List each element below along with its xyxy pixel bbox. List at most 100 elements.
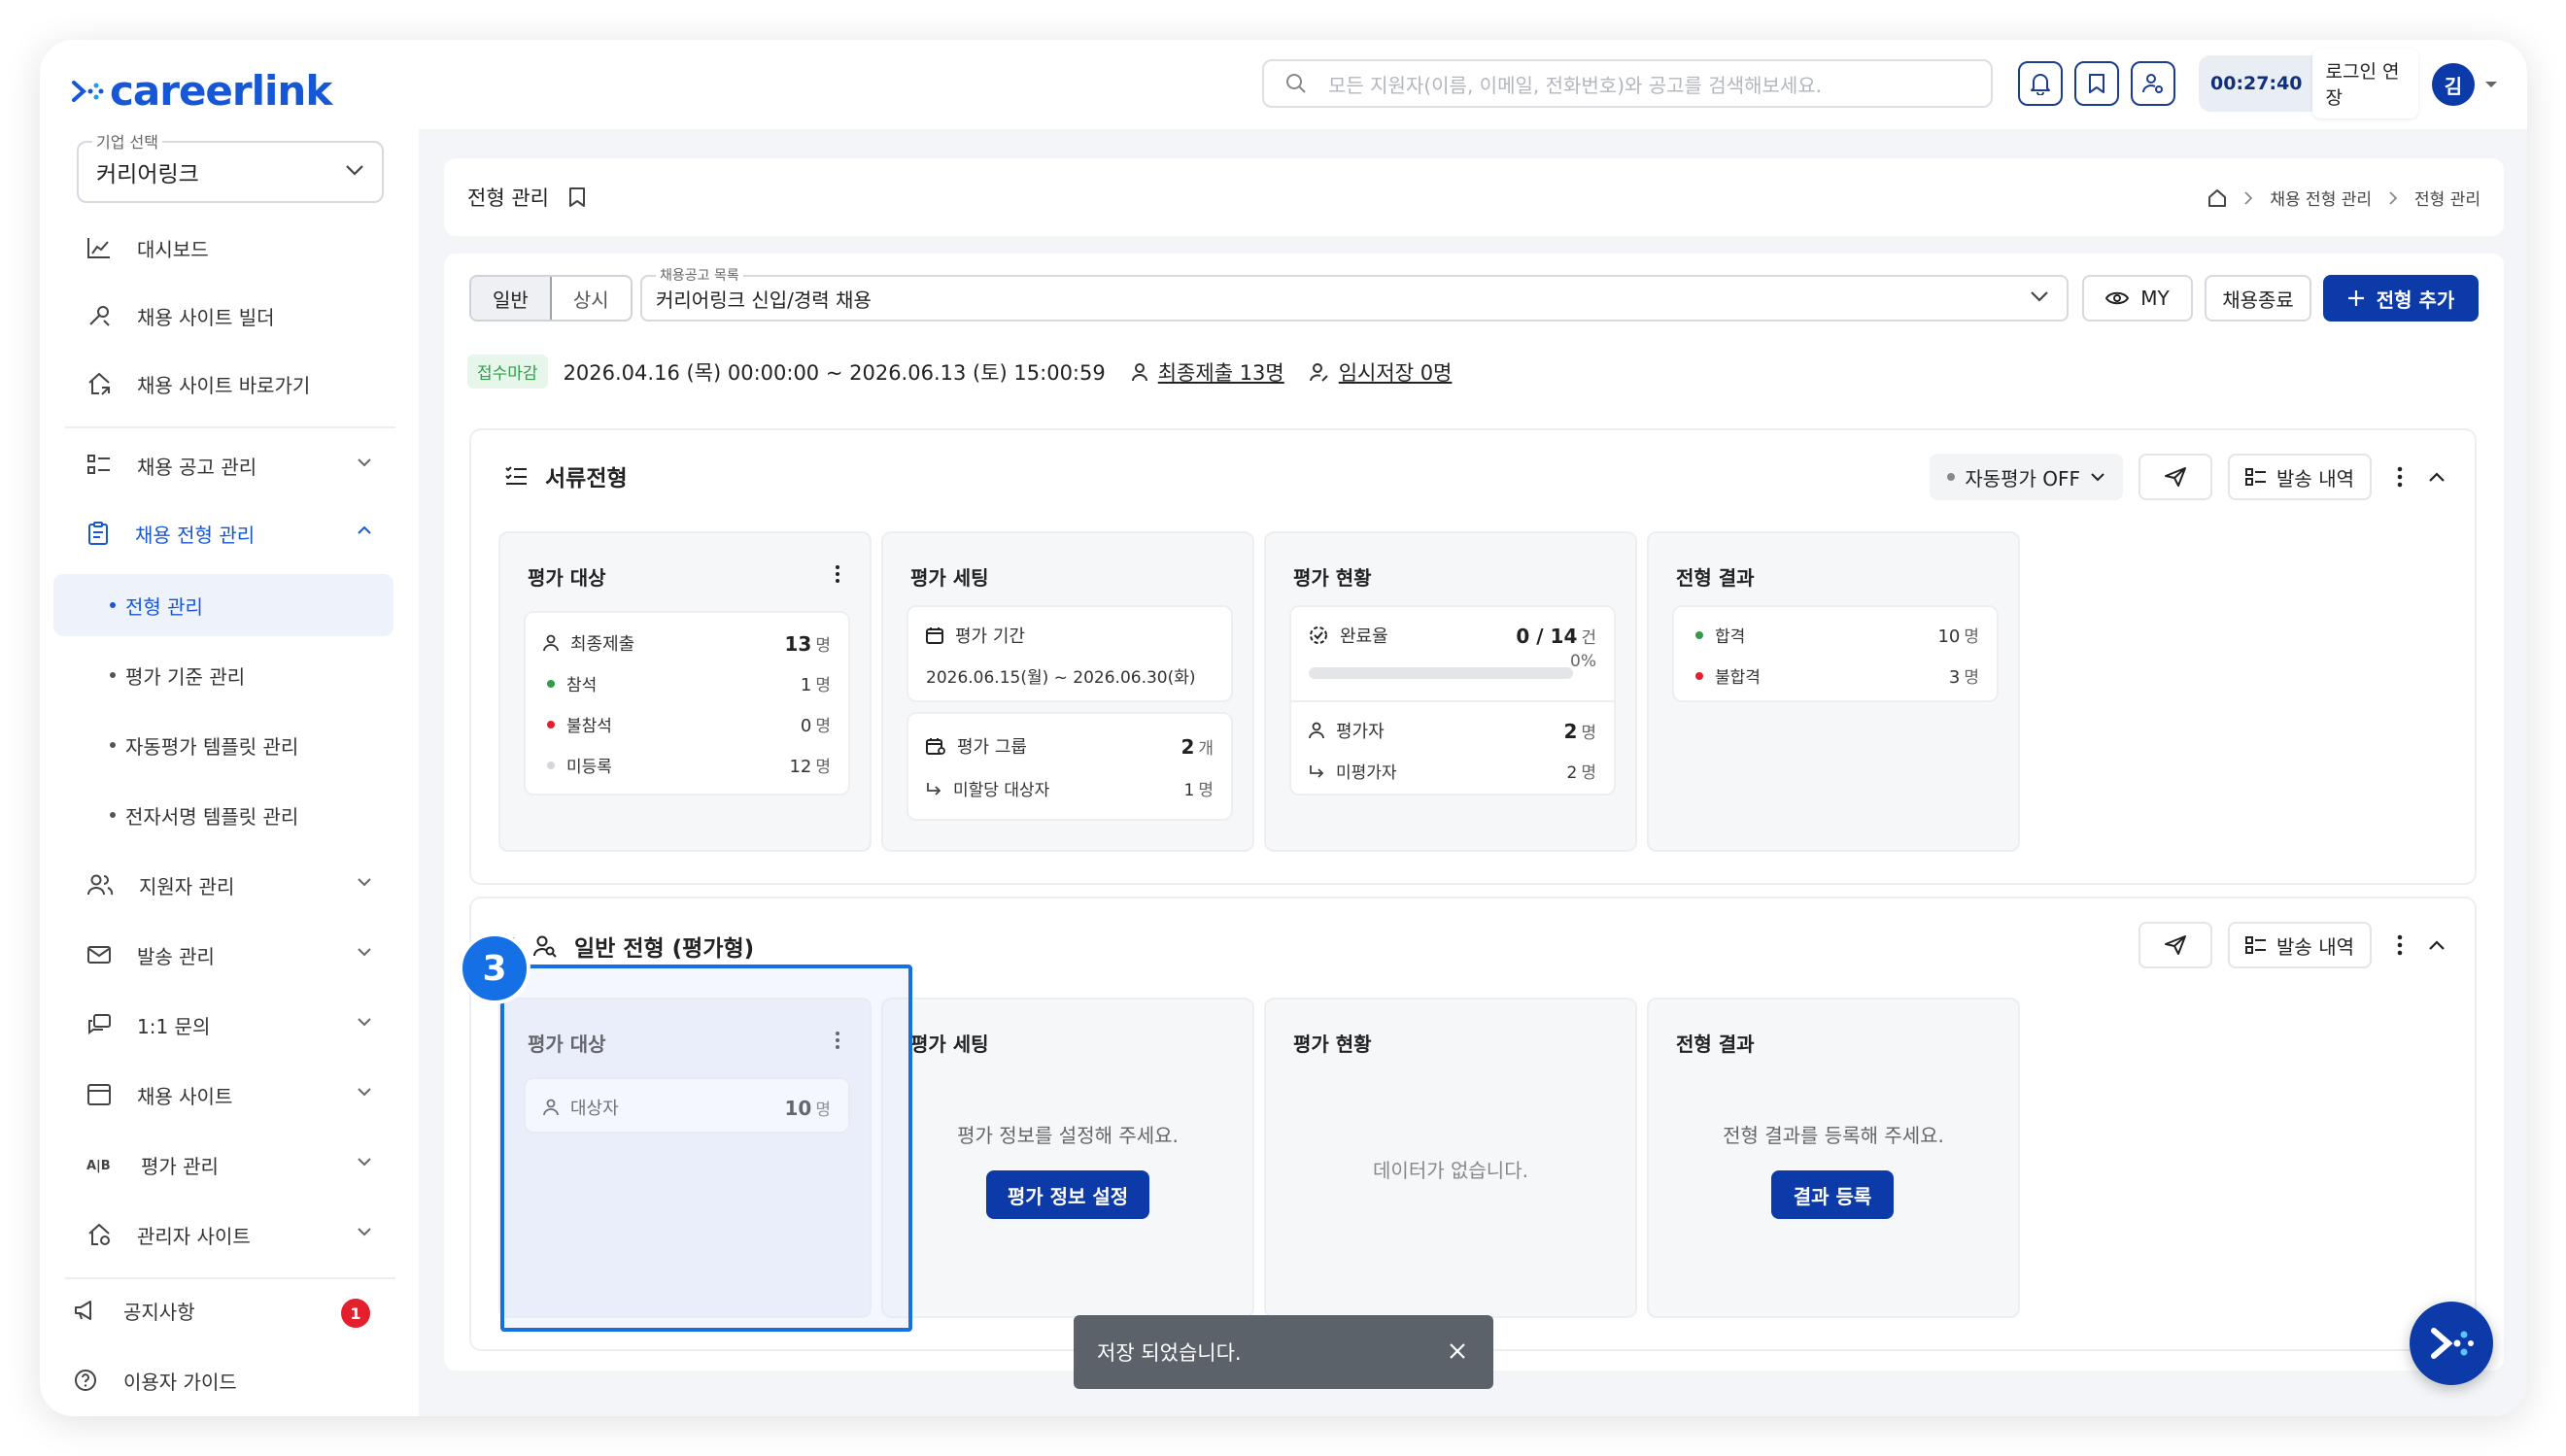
auto-eval-label: 자동평가 OFF [1965, 466, 2081, 491]
unassigned-value: 1 [1183, 781, 1195, 800]
eval-status-box[interactable]: 완료율 0 / 14 건 0% 평가자 2명 미평가자 2 명 [1289, 605, 1616, 796]
card-title: 평가 세팅 [910, 566, 989, 590]
breadcrumb-item[interactable]: 채용 전형 관리 [2270, 186, 2372, 210]
more-vertical-icon[interactable] [2387, 466, 2412, 488]
bookmark-button[interactable] [2074, 61, 2119, 106]
sidebar-subitem-process-manage[interactable]: 전형 관리 [53, 574, 393, 636]
history-button[interactable]: 발송 내역 [2228, 454, 2372, 500]
search-placeholder: 모든 지원자(이름, 이메일, 전화번호)와 공고를 검색해보세요. [1328, 73, 1823, 97]
row-unit: 명 [815, 635, 831, 656]
chart-icon [86, 236, 112, 259]
user-settings-button[interactable] [2131, 61, 2175, 106]
posting-info: 접수마감 2026.04.16 (목) 00:00:00 ~ 2026.06.1… [467, 355, 1452, 389]
chevron-right-icon [2244, 190, 2253, 205]
sidebar-item-inquiry[interactable]: 1:1 문의 [53, 996, 393, 1054]
posting-select[interactable]: 채용공고 목록 커리어링크 신입/경력 채용 [640, 265, 2069, 322]
stage-result-card: 전형 결과 전형 결과를 등록해 주세요. 결과 등록 [1647, 998, 2020, 1318]
sidebar-item-admin-site[interactable]: 관리자 사이트 [53, 1205, 393, 1264]
history-label: 발송 내역 [2276, 466, 2354, 491]
rate-value: 0 / 14 [1516, 624, 1578, 648]
sidebar-item-site-shortcut[interactable]: 채용 사이트 바로가기 [53, 355, 393, 413]
close-icon[interactable] [1449, 1342, 1466, 1360]
sidebar-item-dashboard[interactable]: 대시보드 [53, 219, 393, 277]
sidebar-item-messaging[interactable]: 발송 관리 [53, 926, 393, 984]
sidebar-item-guide[interactable]: 이용자 가이드 [53, 1351, 393, 1409]
list-item[interactable]: 최종제출 13 명 [543, 630, 831, 656]
close-posting-button[interactable]: 채용종료 [2205, 275, 2311, 322]
global-search[interactable]: 모든 지원자(이름, 이메일, 전화번호)와 공고를 검색해보세요. [1262, 59, 1993, 108]
toast-message: 저장 되었습니다. [1097, 1341, 1242, 1365]
sub-arrow-icon [1309, 764, 1324, 778]
home-icon[interactable] [2207, 188, 2227, 208]
unassigned-unit: 명 [1198, 781, 1214, 800]
avatar[interactable]: 김 [2432, 63, 2475, 106]
eval-target-card: 평가 대상 최종제출 13 명 참석 1명 불참석 0명 미등록 12 명 [498, 531, 872, 852]
sidebar-item-label: 대시보드 [137, 237, 209, 261]
chat-fab-button[interactable] [2410, 1302, 2493, 1385]
auto-eval-toggle[interactable]: 자동평가 OFF [1930, 454, 2124, 500]
chevron-down-icon [357, 877, 372, 887]
stage-title: 서류전형 [504, 459, 628, 492]
notification-button[interactable] [2018, 61, 2063, 106]
stage-document: 서류전형 자동평가 OFF 발송 내역 평가 대상 최종제출 13 명 참석 1… [469, 428, 2477, 885]
extend-login-button[interactable]: 로그인 연장 [2311, 49, 2418, 119]
more-vertical-icon[interactable] [835, 564, 840, 584]
set-eval-info-button[interactable]: 평가 정보 설정 [986, 1170, 1149, 1219]
final-submit-link[interactable]: 최종제출 13명 [1158, 357, 1284, 387]
bookmark-icon[interactable] [568, 186, 586, 208]
unassigned-row: 미할당 대상자 1명 [926, 776, 1214, 800]
sidebar-item-label: 관리자 사이트 [137, 1224, 251, 1248]
sidebar-subitem-criteria[interactable]: 평가 기준 관리 [53, 644, 393, 706]
sidebar-subitem-auto-eval-template[interactable]: 자동평가 템플릿 관리 [53, 714, 393, 776]
plus-icon [2347, 289, 2365, 307]
sidebar-item-site-builder[interactable]: 채용 사이트 빌더 [53, 287, 393, 345]
completion-progress-bar [1309, 667, 1573, 679]
add-stage-button[interactable]: 전형 추가 [2323, 275, 2479, 322]
logo[interactable]: careerlink [71, 67, 332, 115]
history-button[interactable]: 발송 내역 [2228, 922, 2372, 968]
temp-save-link[interactable]: 임시저장 0명 [1339, 357, 1453, 387]
calendar-group-icon [926, 737, 945, 755]
sidebar-item-notice[interactable]: 공지사항 1 [53, 1281, 393, 1339]
list-item[interactable]: 불참석 0명 [543, 712, 831, 736]
row-value: 12 [789, 757, 812, 777]
sidebar-item-job-postings[interactable]: 채용 공고 관리 [53, 436, 393, 494]
not-evaluated-row: 미평가자 2명 [1309, 759, 1596, 783]
sidebar-item-career-site[interactable]: 채용 사이트 [53, 1066, 393, 1124]
checklist-icon [504, 465, 528, 487]
list-item[interactable]: 미등록 12 명 [543, 753, 831, 777]
send-button[interactable] [2138, 454, 2213, 500]
register-result-button[interactable]: 결과 등록 [1771, 1170, 1894, 1219]
eval-setting-card: 평가 세팅 평가 기간 2026.06.15(월) ~ 2026.06.30(화… [881, 531, 1254, 852]
bell-icon [2030, 72, 2051, 95]
sidebar-item-evaluation[interactable]: A|B 평가 관리 [53, 1135, 393, 1194]
more-vertical-icon[interactable] [2387, 934, 2412, 956]
tab-general[interactable]: 일반 [471, 277, 552, 320]
rate-unit: 건 [1581, 627, 1596, 648]
chevron-up-icon[interactable] [2428, 471, 2446, 483]
result-summary[interactable]: 합격 10 명 불합격 3명 [1672, 605, 1999, 702]
posting-period: 2026.04.16 (목) 00:00:00 ~ 2026.06.13 (토)… [563, 360, 1106, 385]
eval-period-box[interactable]: 평가 기간 2026.06.15(월) ~ 2026.06.30(화) [907, 605, 1233, 702]
caret-down-icon[interactable] [2484, 81, 2498, 88]
sidebar-item-hiring-process[interactable]: 채용 전형 관리 [53, 504, 393, 562]
tab-always[interactable]: 상시 [552, 277, 631, 320]
chevron-down-icon [2030, 290, 2049, 302]
eval-status-card: 평가 현황 완료율 0 / 14 건 0% 평가자 2명 미평가자 2 명 [1264, 531, 1637, 852]
status-dot [547, 720, 555, 728]
list-item[interactable]: 참석 1명 [543, 671, 831, 695]
row-value: 0 [800, 716, 812, 736]
card-title: 평가 대상 [528, 566, 606, 590]
my-filter-button[interactable]: MY [2082, 275, 2193, 322]
group-value: 2 [1180, 734, 1195, 759]
sidebar-subitem-esign-template[interactable]: 전자서명 템플릿 관리 [53, 784, 393, 846]
send-button[interactable] [2138, 922, 2213, 968]
chevron-up-icon[interactable] [2428, 939, 2446, 951]
eval-group-box[interactable]: 평가 그룹 2개 미할당 대상자 1명 [907, 712, 1233, 821]
sidebar-item-applicants[interactable]: 지원자 관리 [53, 856, 393, 914]
svg-text:A|B: A|B [86, 1159, 111, 1173]
sidebar-item-label: 발송 관리 [137, 944, 215, 968]
home-settings-icon [86, 1222, 112, 1247]
card-title: 평가 현황 [1293, 1033, 1372, 1056]
ab-test-icon: A|B [86, 1155, 116, 1174]
